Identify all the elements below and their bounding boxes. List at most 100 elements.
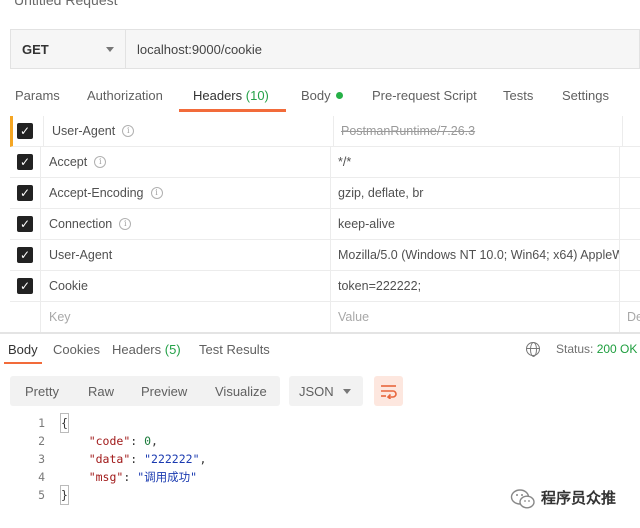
header-checkbox[interactable]: ✓ (17, 216, 33, 232)
tab-authorization[interactable]: Authorization (87, 88, 163, 103)
info-icon: i (122, 125, 135, 137)
code-text: "code": 0, (88, 434, 158, 448)
tab-body[interactable]: Body (301, 88, 343, 103)
line-number: 3 (38, 452, 45, 466)
header-description[interactable] (620, 178, 640, 208)
table-row: ✓ Accept-Encoding i gzip, deflate, br (10, 178, 640, 209)
header-value[interactable]: */* (331, 147, 620, 177)
response-tab-test-results[interactable]: Test Results (199, 342, 270, 357)
header-description[interactable] (620, 147, 640, 177)
response-active-underline (4, 362, 42, 364)
wrap-lines-button[interactable] (374, 376, 403, 406)
header-key[interactable]: Accept i (40, 147, 331, 177)
tab-headers-label: Headers (193, 88, 243, 103)
code-line: 1 { (0, 413, 640, 433)
response-tab-headers-label: Headers (112, 342, 162, 357)
header-key-text: User-Agent (49, 248, 113, 262)
tab-settings[interactable]: Settings (562, 88, 609, 103)
tab-body-label: Body (301, 88, 331, 103)
active-tab-underline (179, 109, 286, 112)
new-description-input[interactable]: De (620, 302, 640, 332)
info-icon: i (150, 187, 163, 199)
view-preview[interactable]: Preview (141, 384, 187, 399)
header-key-text: User-Agent (52, 124, 116, 138)
code-line: 4 "msg": "调用成功" (0, 468, 640, 486)
header-key-text: Accept (49, 155, 88, 169)
tab-headers-count: (10) (245, 88, 269, 103)
header-checkbox[interactable]: ✓ (17, 278, 33, 294)
header-checkbox[interactable]: ✓ (17, 123, 33, 139)
chevron-down-icon (106, 46, 114, 52)
header-value[interactable]: PostmanRuntime/7.26.3 (334, 116, 623, 146)
response-tab-headers-count: (5) (164, 342, 181, 357)
view-raw[interactable]: Raw (88, 384, 114, 399)
header-description[interactable] (620, 209, 640, 239)
header-checkbox[interactable]: ✓ (17, 185, 33, 201)
header-key[interactable]: Connection i (40, 209, 331, 239)
method-label: GET (22, 41, 49, 57)
new-key-input[interactable]: Key (40, 302, 331, 332)
chevron-down-icon (343, 389, 351, 394)
header-value[interactable]: keep-alive (331, 209, 620, 239)
new-value-input[interactable]: Value (331, 302, 620, 332)
tab-headers[interactable]: Headers (10) (193, 88, 269, 103)
url-input[interactable]: localhost:9000/cookie (126, 30, 639, 68)
response-tab-headers[interactable]: Headers (5) (112, 342, 181, 357)
response-tab-cookies[interactable]: Cookies (53, 342, 100, 357)
watermark-text: 程序员众推 (541, 489, 617, 507)
body-indicator-dot-icon (335, 92, 343, 100)
request-tabs: Params Authorization Headers (10) Body P… (0, 80, 640, 112)
table-row: ✓ User-Agent i PostmanRuntime/7.26.3 (10, 116, 640, 147)
status-label: Status: (556, 342, 594, 356)
globe-icon[interactable] (526, 342, 540, 357)
header-description[interactable] (620, 271, 640, 301)
table-row: ✓ Accept i */* (10, 147, 640, 178)
header-checkbox[interactable]: ✓ (17, 154, 33, 170)
line-number: 5 (38, 488, 45, 502)
wrap-lines-icon (381, 385, 397, 399)
status-value: 200 OK (596, 342, 638, 356)
code-text: { (60, 413, 69, 433)
info-icon: i (94, 156, 107, 168)
code-line: 2 "code": 0, (0, 432, 640, 450)
format-label: JSON (299, 383, 334, 399)
header-key[interactable]: Cookie (40, 271, 331, 301)
line-number: 2 (38, 434, 45, 448)
info-icon: i (119, 218, 132, 230)
empty-checkbox-cell (10, 302, 40, 332)
header-key-text: Cookie (49, 279, 88, 293)
header-key[interactable]: Accept-Encoding i (40, 178, 331, 208)
table-row: ✓ Connection i keep-alive (10, 209, 640, 240)
response-tab-body[interactable]: Body (8, 342, 38, 357)
header-value[interactable]: Mozilla/5.0 (Windows NT 10.0; Win64; x64… (331, 240, 620, 270)
header-description[interactable] (620, 240, 640, 270)
status-indicator: Status: 200 OK (556, 342, 637, 356)
method-select[interactable]: GET (11, 30, 126, 68)
tab-tests[interactable]: Tests (503, 88, 533, 103)
code-line: 3 "data": "222222", (0, 450, 640, 468)
header-key[interactable]: User-Agent i (43, 116, 334, 146)
header-key[interactable]: User-Agent (40, 240, 331, 270)
view-pretty[interactable]: Pretty (25, 384, 59, 399)
format-select[interactable]: JSON (289, 376, 363, 406)
code-text: "data": "222222", (88, 452, 207, 466)
line-number: 1 (38, 416, 45, 430)
table-row-new: Key Value De (10, 302, 640, 333)
tab-params[interactable]: Params (15, 88, 60, 103)
code-text: } (60, 485, 69, 505)
header-value[interactable]: gzip, deflate, br (331, 178, 620, 208)
code-text: "msg": "调用成功" (88, 470, 198, 484)
header-description[interactable] (623, 116, 640, 146)
view-visualize[interactable]: Visualize (215, 384, 267, 399)
header-checkbox[interactable]: ✓ (17, 247, 33, 263)
header-key-text: Connection (49, 217, 113, 231)
headers-table: ✓ User-Agent i PostmanRuntime/7.26.3 ✓ Ac… (10, 116, 640, 333)
wechat-icon (510, 489, 535, 509)
header-key-text: Accept-Encoding (49, 186, 144, 200)
view-mode-tabs: Pretty Raw Preview Visualize (10, 376, 280, 406)
header-value[interactable]: token=222222; (331, 271, 620, 301)
table-row: ✓ User-Agent Mozilla/5.0 (Windows NT 10.… (10, 240, 640, 271)
table-row: ✓ Cookie token=222222; (10, 271, 640, 302)
response-tabs: Body Cookies Headers (5) Test Results (0, 334, 640, 364)
tab-pre-request-script[interactable]: Pre-request Script (372, 88, 477, 103)
